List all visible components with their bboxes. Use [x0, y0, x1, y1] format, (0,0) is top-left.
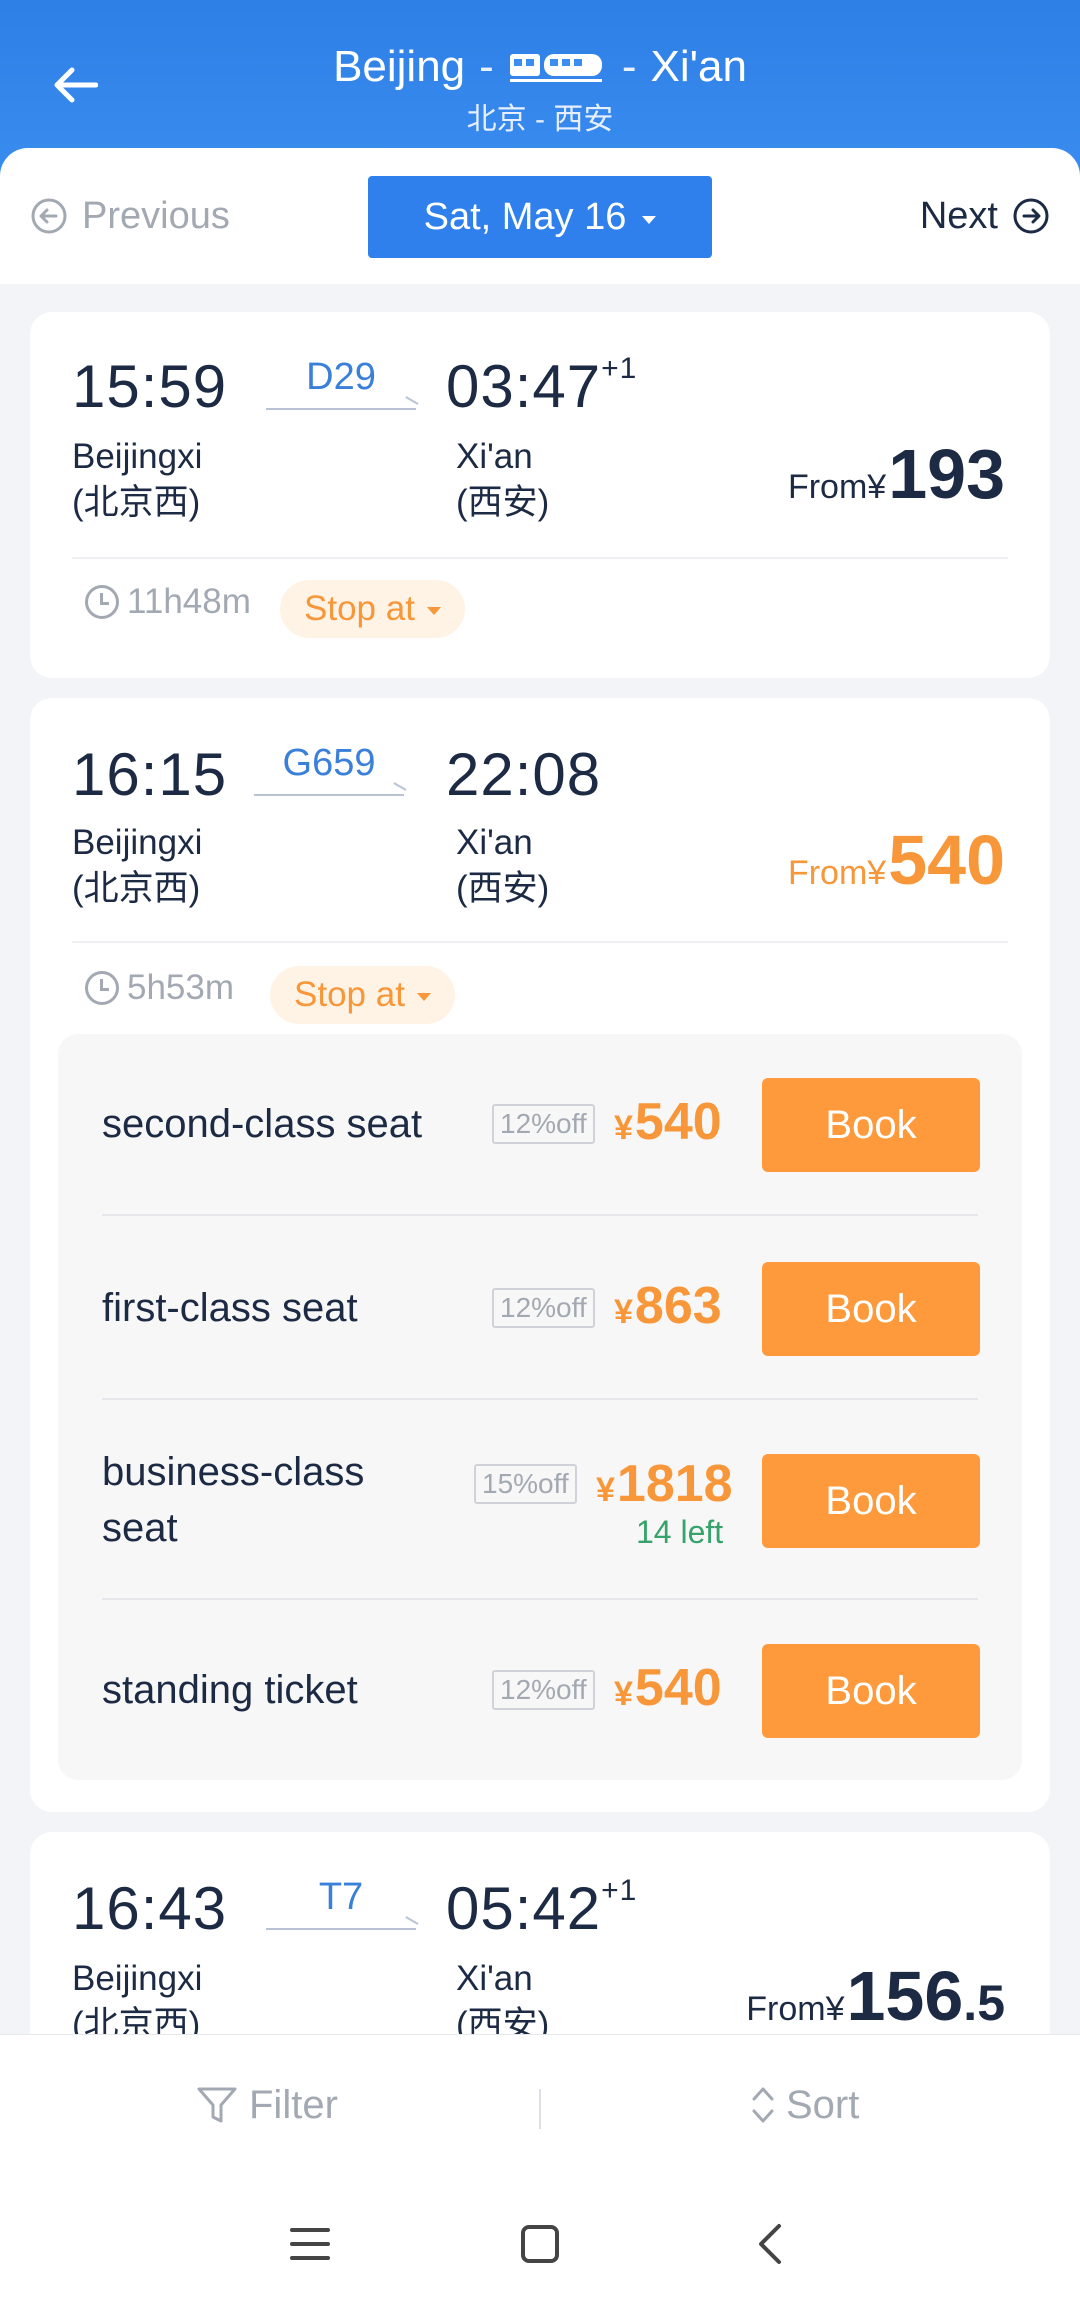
- lowest-price: From ¥540: [787, 821, 1005, 899]
- chevron-down-icon: [426, 607, 441, 615]
- lowest-price: From ¥193: [787, 435, 1005, 513]
- route-arrow: [254, 794, 404, 796]
- chevron-down-icon: [642, 216, 657, 224]
- departure-time: 15:59: [72, 353, 228, 420]
- system-back-button[interactable]: [740, 2214, 800, 2274]
- clock-icon: [85, 585, 119, 619]
- discount-badge: 12%off: [492, 1288, 595, 1328]
- next-circle-icon: [1013, 198, 1049, 234]
- book-button[interactable]: Book: [762, 1454, 980, 1548]
- chevron-down-icon: [416, 993, 431, 1001]
- train-icon: [509, 54, 602, 82]
- discount-badge: 12%off: [492, 1104, 595, 1144]
- origin-city: Beijing: [333, 42, 466, 91]
- previous-circle-icon: [31, 198, 67, 234]
- book-button[interactable]: Book: [762, 1078, 980, 1172]
- previous-day-button[interactable]: Previous: [30, 188, 230, 244]
- seats-left: 14 left: [636, 1514, 724, 1550]
- discount-badge: 12%off: [492, 1670, 595, 1710]
- clock-icon: [85, 971, 119, 1005]
- divider: [539, 2089, 541, 2129]
- selected-date: Sat, May 16: [423, 195, 627, 238]
- book-button[interactable]: Book: [762, 1644, 980, 1738]
- arrival-station: Xi'an (西安): [456, 823, 550, 908]
- seat-price: ¥863: [614, 1277, 722, 1335]
- train-number: D29: [306, 356, 376, 398]
- seat-name: standing ticket: [102, 1668, 358, 1712]
- seat-price: ¥1818: [596, 1455, 733, 1513]
- departure-time: 16:15: [72, 741, 228, 808]
- destination-city: Xi'an: [650, 42, 747, 91]
- arrival-station: Xi'an (西安): [456, 437, 550, 522]
- departure-station: Beijingxi (北京西): [72, 823, 203, 908]
- arrival-time: 05:42+1: [446, 1874, 638, 1942]
- filter-icon: [197, 2087, 237, 2123]
- seat-price: ¥540: [614, 1093, 722, 1151]
- discount-badge: 15%off: [474, 1464, 577, 1504]
- lowest-price: From ¥156.5: [746, 1957, 1005, 2035]
- route-title: Beijing - - Xi'an: [0, 40, 1080, 94]
- divider: [72, 941, 1008, 943]
- stop-at-button[interactable]: Stop at: [280, 580, 465, 638]
- date-bar: Previous Sat, May 16 Next: [0, 148, 1080, 284]
- departure-time: 16:43: [72, 1875, 228, 1942]
- next-day-button[interactable]: Next: [920, 188, 1050, 244]
- departure-station: Beijingxi (北京西): [72, 437, 203, 522]
- day-offset: +1: [601, 352, 638, 385]
- date-selector[interactable]: Sat, May 16: [368, 176, 712, 258]
- train-card-g659[interactable]: 16:15 G659 22:08 Beijingxi (北京西) Xi'an (西安…: [30, 698, 1050, 1812]
- book-button[interactable]: Book: [762, 1262, 980, 1356]
- back-chevron-icon: [759, 2224, 781, 2264]
- route-arrow: [266, 1928, 416, 1930]
- seat-name: first-class seat: [102, 1286, 358, 1330]
- filter-label: Filter: [249, 2082, 338, 2127]
- next-label: Next: [919, 194, 998, 237]
- seat-row-first-class: first-class seat 12%off ¥863 Book: [58, 1216, 1022, 1400]
- sort-label: Sort: [786, 2082, 860, 2127]
- divider: [72, 557, 1008, 559]
- arrival-time: 03:47+1: [446, 352, 638, 420]
- train-card-d29[interactable]: 15:59 D29 03:47+1 Beijingxi (北京西) Xi'an (西…: [30, 312, 1050, 678]
- seat-row-business-class: business-class seat 15%off ¥1818 14 left…: [58, 1400, 1022, 1600]
- train-number: T7: [318, 1876, 364, 1918]
- menu-icon: [290, 2228, 330, 2260]
- seat-options: second-class seat 12%off ¥540 Book first…: [58, 1034, 1022, 1780]
- bottom-toolbar: Filter Sort: [0, 2034, 1080, 2174]
- route-subtitle: 北京 - 西安: [466, 103, 614, 136]
- seat-name: business-class seat: [102, 1450, 365, 1550]
- home-square-icon: [521, 2225, 559, 2263]
- train-number: G659: [282, 742, 376, 784]
- filter-button[interactable]: Filter: [195, 2075, 338, 2135]
- system-navigation-bar: [0, 2174, 1080, 2311]
- seat-row-standing: standing ticket 12%off ¥540 Book: [58, 1600, 1022, 1780]
- day-offset: +1: [601, 1874, 638, 1907]
- recent-apps-button[interactable]: [280, 2214, 340, 2274]
- arrival-time: 22:08: [446, 741, 602, 808]
- trip-duration: 11h48m: [85, 582, 251, 622]
- sort-icon: [752, 2087, 774, 2123]
- trip-duration: 5h53m: [85, 968, 234, 1008]
- route-arrow: [266, 408, 416, 410]
- sort-button[interactable]: Sort: [750, 2075, 859, 2135]
- seat-row-second-class: second-class seat 12%off ¥540 Book: [58, 1034, 1022, 1216]
- previous-label: Previous: [82, 194, 230, 237]
- stop-at-button[interactable]: Stop at: [270, 966, 455, 1024]
- seat-price: ¥540: [614, 1659, 722, 1717]
- seat-name: second-class seat: [102, 1102, 423, 1146]
- home-button[interactable]: [510, 2214, 570, 2274]
